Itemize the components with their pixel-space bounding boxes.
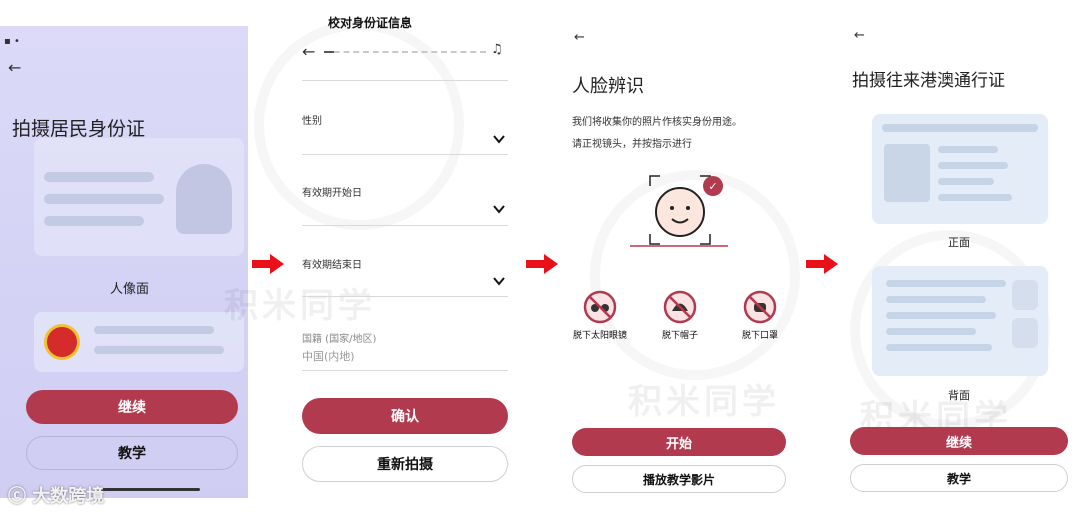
confirm-button[interactable]: 确认 — [302, 398, 508, 434]
no-mask-icon — [743, 290, 777, 324]
portrait-silhouette-icon — [884, 144, 930, 202]
gender-label: 性别 — [302, 116, 322, 127]
national-emblem-icon — [44, 324, 80, 360]
check-badge-icon: ✓ — [703, 176, 723, 196]
valid-start-field[interactable] — [302, 225, 508, 226]
back-arrow-icon[interactable]: ← — [8, 58, 21, 77]
flow-arrow-icon — [252, 254, 284, 274]
id-card-portrait-frame — [34, 138, 244, 256]
portrait-silhouette-icon — [176, 164, 232, 234]
play-tutorial-button[interactable]: 播放教学影片 — [572, 465, 786, 493]
description-line-2: 请正视镜头，并按指示进行 — [572, 139, 692, 150]
back-side-label: 背面 — [948, 389, 970, 402]
valid-start-label: 有效期开始日 — [302, 188, 362, 199]
chevron-down-icon[interactable] — [492, 132, 506, 146]
progress-dashes — [324, 51, 486, 53]
nationality-value[interactable]: 中国(内地) — [302, 348, 355, 364]
flow-arrow-icon — [806, 254, 838, 274]
home-indicator — [100, 488, 200, 491]
gender-field[interactable] — [302, 154, 508, 155]
back-arrow-icon[interactable]: ← — [302, 42, 315, 61]
id-card-emblem-frame — [34, 312, 244, 372]
no-sunglasses-icon — [583, 290, 617, 324]
continue-button[interactable]: 继续 — [26, 390, 238, 424]
start-button[interactable]: 开始 — [572, 428, 786, 456]
tutorial-button[interactable]: 教学 — [850, 464, 1068, 492]
panel-verify-info: 积米同学 校对身份证信息 ← ♫ 性别 有效期开始日 有效期结束日 国籍 (国家… — [224, 0, 520, 515]
headset-icon[interactable]: ♫ — [491, 42, 503, 57]
valid-end-label: 有效期结束日 — [302, 260, 362, 271]
tip-remove-sunglasses: 脱下太阳眼镜 — [564, 290, 636, 341]
valid-end-field[interactable] — [302, 296, 508, 297]
page-title: 人脸辨识 — [572, 76, 644, 97]
tip-remove-mask: 脱下口罩 — [724, 290, 796, 341]
retake-button[interactable]: 重新拍摄 — [302, 446, 508, 482]
page-title: 拍摄往来港澳通行证 — [852, 71, 1005, 91]
panel-id-card-capture: ▪ • ← 拍摄居民身份证 人像面 继续 教学 — [0, 26, 248, 498]
flow-screenshot: ▪ • ← 拍摄居民身份证 人像面 继续 教学 ⓒ 大数跨境 积米同学 校对身份… — [0, 0, 1080, 515]
back-arrow-icon[interactable]: ← — [574, 30, 585, 45]
description-line-1: 我们将收集你的照片作核实身份用途。 — [572, 117, 742, 128]
nationality-label: 国籍 (国家/地区) — [302, 334, 377, 345]
page-title: 拍摄居民身份证 — [12, 118, 146, 140]
panel-travel-permit-capture: 积米同学 ← 拍摄往来港澳通行证 正面 背面 继续 教学 — [840, 0, 1080, 515]
portrait-side-label: 人像面 — [110, 282, 150, 297]
chevron-down-icon[interactable] — [492, 274, 506, 288]
permit-front-frame — [872, 114, 1048, 224]
watermark-logo: ⓒ 大数跨境 — [8, 486, 105, 507]
page-title: 校对身份证信息 — [328, 16, 413, 30]
front-side-label: 正面 — [948, 236, 970, 249]
logo-icon: ⓒ — [8, 486, 26, 507]
tip-remove-hat: 脱下帽子 — [644, 290, 716, 341]
continue-button[interactable]: 继续 — [850, 427, 1068, 455]
back-arrow-icon[interactable]: ← — [854, 28, 865, 43]
no-hat-icon — [663, 290, 697, 324]
progress-filled — [324, 51, 334, 53]
panel-face-recognition: 积米同学 ← 人脸辨识 我们将收集你的照片作核实身份用途。 请正视镜头，并按指示… — [560, 0, 800, 515]
flow-arrow-icon — [526, 254, 558, 274]
tutorial-button[interactable]: 教学 — [26, 436, 238, 470]
status-dots: ▪ • — [4, 36, 20, 47]
permit-back-frame — [872, 266, 1048, 376]
chevron-down-icon[interactable] — [492, 202, 506, 216]
